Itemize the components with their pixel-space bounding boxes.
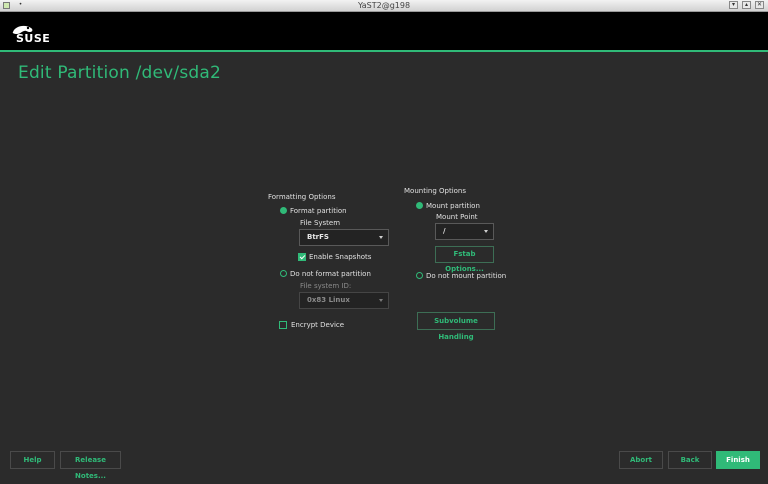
mounting-options-heading: Mounting Options (404, 187, 466, 195)
suse-logo: SUSE (11, 23, 51, 49)
minimize-icon[interactable]: ▾ (729, 1, 738, 9)
do-not-format-radio[interactable] (280, 270, 287, 277)
help-button[interactable]: Help (10, 451, 55, 469)
header-accent-line (0, 50, 768, 52)
do-not-mount-radio[interactable] (416, 272, 423, 279)
chevron-down-icon (484, 230, 488, 233)
format-partition-radio[interactable] (280, 207, 287, 214)
file-system-id-select: 0x83 Linux (299, 292, 389, 309)
maximize-icon[interactable]: ▴ (742, 1, 751, 9)
mount-partition-label[interactable]: Mount partition (426, 202, 480, 210)
file-system-id-value: 0x83 Linux (307, 296, 350, 304)
titlebar-right-controls: ▾ ▴ ✕ (729, 1, 764, 9)
page-title: Edit Partition /dev/sda2 (18, 63, 222, 83)
encrypt-device-checkbox[interactable] (279, 321, 287, 329)
finish-button[interactable]: Finish (716, 451, 760, 469)
file-system-label: File System (300, 219, 341, 227)
window-title: YaST2@g198 (357, 1, 411, 10)
release-notes-button[interactable]: Release Notes... (60, 451, 121, 480)
enable-snapshots-checkbox[interactable] (298, 253, 306, 261)
subvolume-handling-button[interactable]: Subvolume Handling (417, 312, 495, 341)
format-partition-label[interactable]: Format partition (290, 207, 347, 215)
do-not-format-label[interactable]: Do not format partition (290, 270, 371, 278)
encrypt-device-label[interactable]: Encrypt Device (291, 321, 344, 329)
mount-point-select[interactable]: / (435, 223, 494, 240)
enable-snapshots-label[interactable]: Enable Snapshots (309, 253, 371, 261)
file-system-select[interactable]: BtrFS (299, 229, 389, 246)
mount-point-label: Mount Point (436, 213, 478, 221)
back-button[interactable]: Back (668, 451, 712, 469)
chevron-down-icon (379, 236, 383, 239)
formatting-options-heading: Formatting Options (268, 193, 336, 201)
file-system-value: BtrFS (307, 233, 329, 241)
chevron-down-icon (379, 299, 383, 302)
close-icon[interactable]: ✕ (755, 1, 764, 9)
window-titlebar: • YaST2@g198 ▾ ▴ ✕ (0, 0, 768, 12)
suse-header: SUSE (0, 12, 768, 50)
mount-point-value: / (443, 227, 446, 235)
do-not-mount-label[interactable]: Do not mount partition (426, 272, 506, 280)
fstab-options-button[interactable]: Fstab Options... (435, 246, 494, 273)
logo-text: SUSE (16, 32, 51, 45)
file-system-id-label: File system ID: (300, 282, 352, 290)
mount-partition-radio[interactable] (416, 202, 423, 209)
abort-button[interactable]: Abort (619, 451, 663, 469)
